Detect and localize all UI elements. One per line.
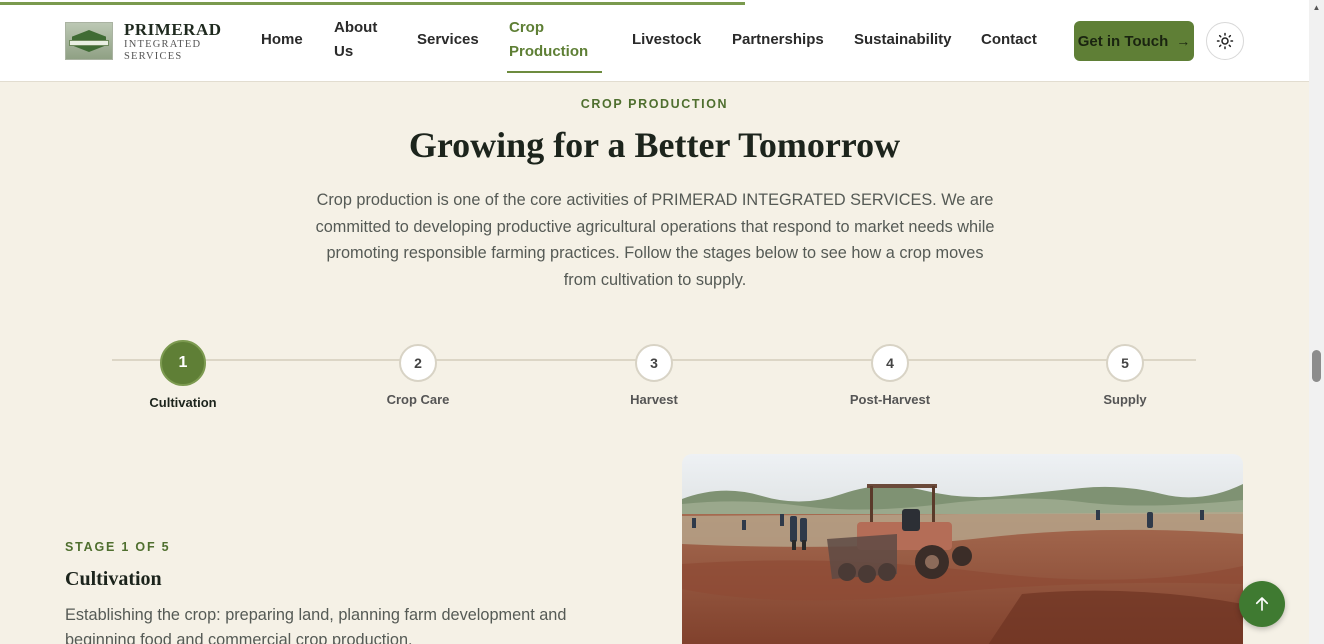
step-harvest[interactable]: 3 Harvest bbox=[584, 344, 724, 407]
step-label: Post-Harvest bbox=[849, 392, 931, 407]
cultivation-photo bbox=[682, 454, 1243, 644]
arrow-up-icon bbox=[1255, 597, 1269, 611]
brand-logo[interactable] bbox=[65, 22, 113, 60]
nav-services[interactable]: Services bbox=[417, 28, 479, 52]
page-title: Growing for a Better Tomorrow bbox=[408, 125, 901, 165]
stage-description: Establishing the crop: preparing land, p… bbox=[65, 606, 567, 644]
step-number: 2 bbox=[399, 344, 437, 382]
step-number: 3 bbox=[635, 344, 673, 382]
step-number: 5 bbox=[1106, 344, 1144, 382]
back-to-top-button[interactable] bbox=[1239, 581, 1285, 627]
theme-toggle-button[interactable] bbox=[1206, 22, 1244, 60]
stage-title: Cultivation bbox=[65, 568, 162, 590]
nav-crop-production[interactable]: Crop Production bbox=[509, 16, 599, 64]
site-header: PRIMERAD INTEGRATED SERVICES Home About … bbox=[0, 0, 1309, 82]
nav-home[interactable]: Home bbox=[261, 28, 303, 52]
step-number: 4 bbox=[871, 344, 909, 382]
step-post-harvest[interactable]: 4 Post-Harvest bbox=[820, 344, 960, 407]
scroll-progress-bar bbox=[0, 2, 745, 5]
get-in-touch-button[interactable]: Get in Touch → bbox=[1074, 21, 1194, 61]
page-scrollbar-track[interactable] bbox=[1309, 0, 1324, 644]
step-label: Cultivation bbox=[149, 395, 217, 410]
scroll-up-arrow-icon[interactable]: ▲ bbox=[1310, 3, 1323, 13]
logo-ribbon bbox=[69, 40, 109, 46]
stage-counter: STAGE 1 OF 5 bbox=[65, 540, 171, 554]
section-eyebrow: CROP PRODUCTION bbox=[580, 97, 729, 111]
step-supply[interactable]: 5 Supply bbox=[1055, 344, 1195, 407]
brand-name[interactable]: PRIMERAD bbox=[124, 20, 222, 40]
step-label: Harvest bbox=[630, 392, 678, 407]
brand-subtitle: INTEGRATED SERVICES bbox=[124, 39, 202, 62]
nav-livestock[interactable]: Livestock bbox=[632, 28, 701, 52]
page-scrollbar-thumb[interactable] bbox=[1312, 350, 1321, 382]
sun-icon bbox=[1216, 32, 1234, 50]
nav-partnerships[interactable]: Partnerships bbox=[732, 28, 824, 52]
nav-contact[interactable]: Contact bbox=[981, 28, 1037, 52]
step-number: 1 bbox=[160, 340, 206, 386]
step-cultivation[interactable]: 1 Cultivation bbox=[113, 340, 253, 410]
step-crop-care[interactable]: 2 Crop Care bbox=[348, 344, 488, 407]
step-label: Supply bbox=[1103, 392, 1147, 407]
active-nav-indicator bbox=[507, 71, 602, 73]
cta-label: Get in Touch bbox=[1077, 32, 1169, 50]
nav-sustainability[interactable]: Sustainability bbox=[854, 28, 952, 52]
field-tractor-image bbox=[682, 454, 1243, 644]
intro-paragraph: Crop production is one of the core activ… bbox=[315, 191, 995, 289]
step-label: Crop Care bbox=[386, 392, 450, 407]
arrow-right-icon: → bbox=[1176, 33, 1191, 49]
nav-about-us[interactable]: About Us bbox=[334, 16, 394, 64]
